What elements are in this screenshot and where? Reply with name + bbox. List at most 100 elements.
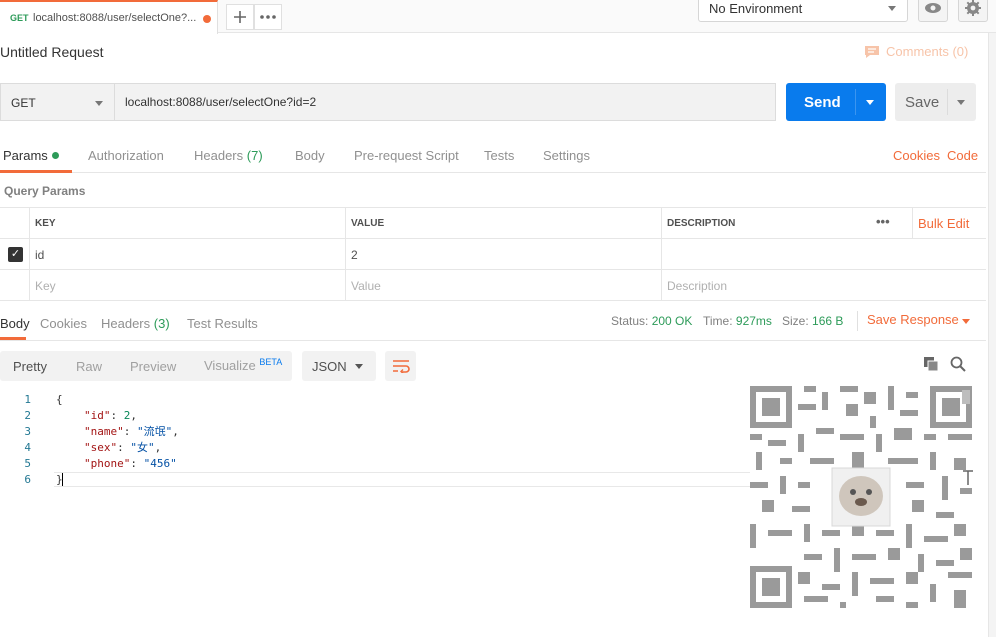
beta-badge: BETA: [259, 357, 283, 367]
code-text: "sex": "女",: [84, 441, 162, 454]
method-select[interactable]: GET: [0, 83, 114, 121]
view-raw-button[interactable]: Raw: [76, 359, 102, 374]
table-row-new: Key Value Description: [0, 270, 986, 301]
response-tab-headers-label: Headers: [101, 316, 151, 331]
json-key: "phone": [84, 457, 131, 470]
json-comma: ,: [172, 425, 179, 438]
save-divider: [947, 89, 948, 115]
format-select[interactable]: JSON: [302, 351, 376, 381]
response-tab-headers[interactable]: Headers (3): [101, 316, 170, 331]
tab-settings[interactable]: Settings: [543, 148, 590, 163]
tab-tests[interactable]: Tests: [484, 148, 514, 163]
code-link[interactable]: Code: [947, 148, 978, 163]
line-number: 2: [24, 409, 31, 422]
tab-headers-count: (7): [246, 148, 263, 163]
gear-icon: [965, 0, 981, 16]
send-button[interactable]: Send: [786, 83, 886, 121]
save-button[interactable]: Save: [895, 83, 976, 121]
status-label: Status:: [611, 314, 649, 328]
line-number: 4: [24, 441, 31, 454]
save-response-button[interactable]: Save Response: [867, 312, 959, 327]
view-pretty-button[interactable]: Pretty: [13, 359, 47, 374]
method-selected: GET: [11, 96, 36, 110]
search-response-button[interactable]: [950, 356, 968, 374]
tab-params-label: Params: [3, 148, 48, 163]
response-tab-body[interactable]: Body: [0, 316, 30, 331]
environment-selected: No Environment: [709, 1, 803, 16]
line-number: 1: [24, 393, 31, 406]
editor-scrollbar-thumb[interactable]: [962, 390, 970, 404]
text-cursor: [62, 473, 63, 486]
save-response-chevron-icon[interactable]: [962, 319, 970, 324]
response-time: Time: 927ms: [703, 314, 772, 328]
param-key-input[interactable]: id: [29, 239, 345, 270]
tab-headers[interactable]: Headers (7): [194, 148, 263, 163]
tab-body[interactable]: Body: [295, 148, 325, 163]
wrap-lines-button[interactable]: [385, 351, 416, 381]
plus-icon: [234, 11, 246, 23]
params-more-button[interactable]: •••: [871, 208, 911, 239]
response-tab-test-results[interactable]: Test Results: [187, 316, 258, 331]
query-params-title: Query Params: [4, 184, 86, 198]
tab-pre-request-script[interactable]: Pre-request Script: [354, 148, 459, 163]
size-label: Size:: [782, 314, 809, 328]
line-number: 3: [24, 425, 31, 438]
params-header-row: KEY VALUE DESCRIPTION ••• Bulk Edit: [0, 208, 986, 239]
json-value: "女": [130, 441, 155, 454]
active-tab-indicator: [0, 170, 72, 173]
visualize-label: Visualize: [204, 358, 256, 373]
params-header-description: DESCRIPTION: [661, 208, 871, 239]
url-input[interactable]: localhost:8088/user/selectOne?id=2: [114, 83, 776, 121]
params-active-dot-icon: [51, 152, 59, 159]
page-scrollbar[interactable]: [988, 33, 996, 637]
tab-options-button[interactable]: [254, 4, 282, 30]
response-size: Size: 166 B: [782, 314, 843, 328]
param-checkbox[interactable]: ✓: [8, 247, 23, 262]
comment-icon: [865, 45, 879, 58]
response-divider: [0, 340, 986, 341]
new-param-key-input[interactable]: Key: [29, 270, 345, 301]
manage-environments-button[interactable]: [958, 0, 988, 22]
cookies-link[interactable]: Cookies: [893, 148, 940, 163]
save-options-chevron-icon[interactable]: [957, 100, 965, 105]
chevron-down-icon: [888, 6, 896, 11]
response-status: Status: 200 OK: [611, 314, 692, 328]
time-label: Time:: [703, 314, 733, 328]
bulk-edit-button[interactable]: Bulk Edit: [912, 208, 986, 239]
param-description-input[interactable]: [661, 239, 986, 270]
editor-resize-handle[interactable]: [962, 470, 974, 486]
code-text: "name": "流氓",: [84, 425, 179, 438]
code-text: {: [56, 393, 63, 406]
request-tabs: Params Authorization Headers (7) Body Pr…: [0, 133, 986, 173]
environment-quick-look-button[interactable]: [918, 0, 948, 22]
status-value: 200 OK: [651, 314, 693, 328]
json-key: "name": [84, 425, 124, 438]
send-options-chevron-icon[interactable]: [866, 100, 874, 105]
request-tab[interactable]: GET localhost:8088/user/selectOne?...: [0, 0, 218, 34]
line-number: 6: [24, 473, 31, 486]
send-divider: [855, 89, 856, 115]
response-tab-headers-count: (3): [153, 316, 170, 331]
tab-params[interactable]: Params: [3, 148, 59, 163]
tab-headers-label: Headers: [194, 148, 244, 163]
eye-icon: [925, 3, 941, 13]
params-header-value: VALUE: [345, 208, 661, 239]
request-title[interactable]: Untitled Request: [0, 44, 104, 60]
view-visualize-button[interactable]: Visualize BETA: [204, 357, 282, 373]
new-tab-button[interactable]: [226, 4, 254, 30]
comments-button[interactable]: Comments (0): [864, 44, 968, 59]
view-preview-button[interactable]: Preview: [130, 359, 176, 374]
new-param-value-input[interactable]: Value: [345, 270, 661, 301]
new-param-description-input[interactable]: Description: [661, 270, 986, 301]
request-tab-method: GET: [10, 13, 29, 23]
response-tab-cookies[interactable]: Cookies: [40, 316, 87, 331]
code-text: "phone": "456": [84, 457, 177, 470]
tab-authorization[interactable]: Authorization: [88, 148, 164, 163]
params-header-key: KEY: [29, 208, 345, 239]
ellipsis-icon: [260, 15, 276, 19]
json-value: "流氓": [137, 425, 173, 438]
time-value: 927ms: [735, 314, 772, 328]
copy-response-button[interactable]: [923, 356, 941, 374]
param-value-input[interactable]: 2: [345, 239, 661, 270]
environment-select[interactable]: No Environment: [698, 0, 908, 22]
